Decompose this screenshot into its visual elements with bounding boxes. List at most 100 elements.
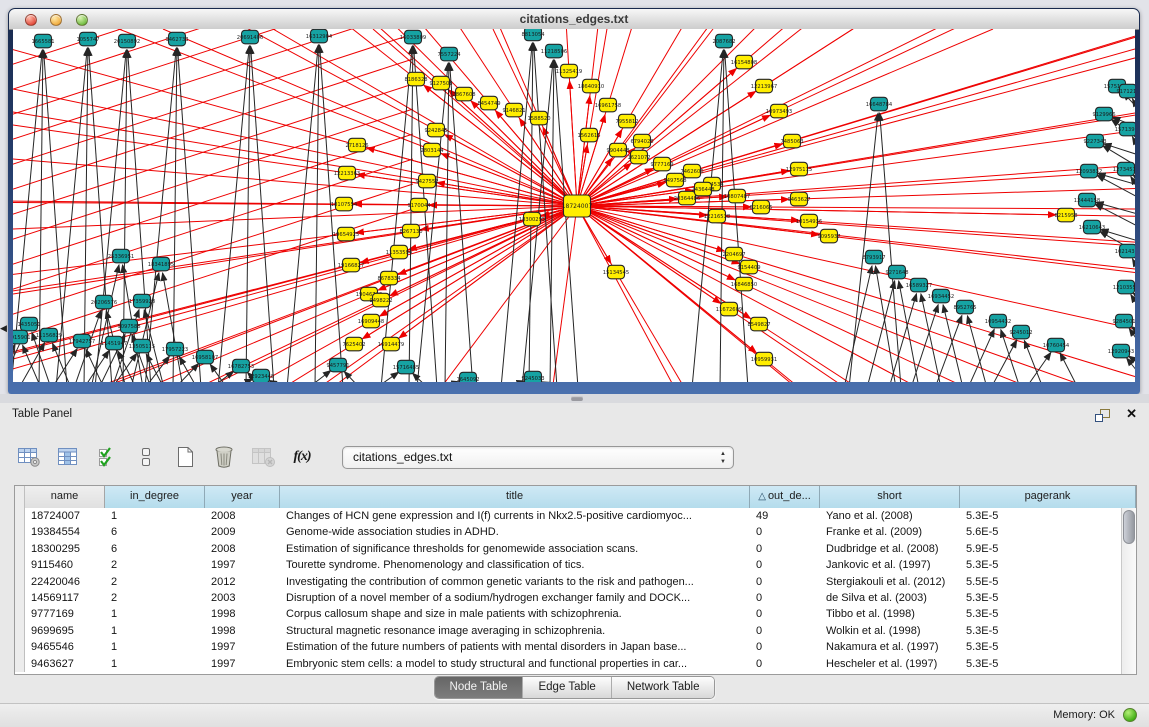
splitter-grip-icon <box>571 396 583 401</box>
table-row[interactable]: 2242004622012Investigating the contribut… <box>15 574 1122 590</box>
table-scrollbar[interactable] <box>1121 508 1136 674</box>
svg-text:3915901: 3915901 <box>13 335 31 341</box>
cell-in_degree: 2 <box>105 557 205 573</box>
create-table-icon[interactable] <box>172 444 198 470</box>
row-margin <box>15 623 25 639</box>
svg-text:9463627: 9463627 <box>787 197 810 203</box>
svg-text:7557224: 7557224 <box>437 52 461 58</box>
citation-network-graph[interactable]: 1603380975572241121850688130542087682206… <box>13 29 1135 382</box>
column-header-out_degree[interactable]: △out_de... <box>750 486 820 508</box>
row-margin <box>15 574 25 590</box>
row-height-icon[interactable] <box>133 444 159 470</box>
table-row[interactable]: 946362711997Embryonic stem cells: a mode… <box>15 656 1122 672</box>
memory-status-label: Memory: OK <box>1053 709 1115 721</box>
column-header-rowhead[interactable] <box>15 486 25 508</box>
svg-text:2867608: 2867608 <box>452 92 475 98</box>
svg-text:9171213: 9171213 <box>1116 89 1135 95</box>
column-header-pagerank[interactable]: pagerank <box>960 486 1136 508</box>
svg-text:7625402: 7625402 <box>342 342 365 348</box>
svg-text:17359928: 17359928 <box>129 299 155 305</box>
status-bar: Memory: OK <box>0 703 1149 727</box>
svg-text:11451947: 11451947 <box>101 341 127 347</box>
svg-text:16914479: 16914479 <box>378 342 404 348</box>
cell-name: 18724007 <box>25 508 105 524</box>
svg-text:9127508: 9127508 <box>429 81 452 87</box>
svg-text:16589327: 16589327 <box>906 283 932 289</box>
cell-short: Dudbridge et al. (2008) <box>820 541 960 557</box>
memory-ok-indicator <box>1123 708 1137 722</box>
cell-pagerank: 5.3E-5 <box>960 623 1122 639</box>
cytoscape-desktop: citations_edges.txt 16033809755722411218… <box>0 0 1149 727</box>
column-header-title[interactable]: title <box>280 486 750 508</box>
row-margin <box>15 508 25 524</box>
show-columns-icon[interactable] <box>55 444 81 470</box>
column-header-short[interactable]: short <box>820 486 960 508</box>
svg-text:1562615: 1562615 <box>577 133 600 139</box>
table-row[interactable]: 969969511998Structural magnetic resonanc… <box>15 623 1122 639</box>
float-panel-icon[interactable] <box>1094 408 1111 423</box>
network-window[interactable]: citations_edges.txt 16033809755722411218… <box>8 8 1140 394</box>
svg-text:16961758: 16961758 <box>595 103 621 109</box>
cell-in_degree: 2 <box>105 574 205 590</box>
svg-text:9097588: 9097588 <box>117 324 140 330</box>
table-row[interactable]: 1872400712008Changes of HCN gene express… <box>15 508 1122 524</box>
svg-text:9497568: 9497568 <box>663 178 686 184</box>
tab-edge-table[interactable]: Edge Table <box>522 677 610 698</box>
table-row[interactable]: 911546021997Tourette syndrome. Phenomeno… <box>15 557 1122 573</box>
svg-text:1055747: 1055747 <box>76 37 99 43</box>
svg-text:1435051: 1435051 <box>17 322 40 328</box>
cell-out_degree: 0 <box>750 557 820 573</box>
svg-text:16846850: 16846850 <box>731 282 757 288</box>
svg-text:10954432: 10954432 <box>985 319 1011 325</box>
cell-short: Stergiakouli et al. (2012) <box>820 574 960 590</box>
network-canvas[interactable]: 1603380975572241121850688130542087682206… <box>13 29 1135 382</box>
panel-collapse-arrow-icon[interactable]: ◀ <box>0 320 9 336</box>
cell-year: 1998 <box>205 606 280 622</box>
svg-text:11156829: 11156829 <box>36 333 62 339</box>
table-row[interactable]: 977716911998Corpus callosum shape and si… <box>15 606 1122 622</box>
close-panel-icon[interactable]: ✕ <box>1126 406 1137 422</box>
cell-in_degree: 2 <box>105 590 205 606</box>
svg-text:16154808: 16154808 <box>731 60 757 66</box>
svg-text:9227343: 9227343 <box>1083 139 1106 145</box>
svg-text:20150892: 20150892 <box>114 39 140 45</box>
svg-text:9284501: 9284501 <box>1112 319 1135 325</box>
svg-text:8549827: 8549827 <box>747 322 770 328</box>
table-selector-dropdown[interactable]: citations_edges.txt ▲▼ <box>342 446 734 469</box>
cell-out_degree: 0 <box>750 524 820 540</box>
svg-text:12975115: 12975115 <box>786 167 812 173</box>
cell-title: Investigating the contribution of common… <box>280 574 750 590</box>
table-row[interactable]: 1830029562008Estimation of significance … <box>15 541 1122 557</box>
svg-text:16033809: 16033809 <box>400 35 426 41</box>
cell-out_degree: 0 <box>750 541 820 557</box>
cell-name: 9699695 <box>25 623 105 639</box>
svg-text:9427552: 9427552 <box>415 179 438 185</box>
table-options-icon[interactable] <box>16 444 42 470</box>
select-all-columns-icon[interactable] <box>94 444 120 470</box>
svg-text:8813054: 8813054 <box>521 32 545 38</box>
tab-network-table[interactable]: Network Table <box>611 677 715 698</box>
svg-text:19166827: 19166827 <box>338 263 364 269</box>
function-builder-icon[interactable]: f(x) <box>289 444 315 470</box>
svg-text:9245012: 9245012 <box>1009 330 1032 336</box>
column-header-name[interactable]: name <box>25 486 105 508</box>
cell-title: Structural magnetic resonance image aver… <box>280 623 750 639</box>
horizontal-splitter[interactable] <box>0 394 1149 403</box>
svg-text:9777169: 9777169 <box>650 162 673 168</box>
table-row[interactable]: 1938455462009Genome-wide association stu… <box>15 524 1122 540</box>
table-body: 1872400712008Changes of HCN gene express… <box>15 508 1122 674</box>
svg-text:9154409: 9154409 <box>737 265 760 271</box>
svg-text:9462733: 9462733 <box>165 37 188 43</box>
column-header-in_degree[interactable]: in_degree <box>105 486 205 508</box>
cell-year: 2003 <box>205 590 280 606</box>
svg-text:9498222: 9498222 <box>369 298 392 304</box>
table-row[interactable]: 1456911722003Disruption of a novel membe… <box>15 590 1122 606</box>
row-margin <box>15 606 25 622</box>
svg-text:9457791: 9457791 <box>326 363 349 369</box>
network-window-titlebar[interactable]: citations_edges.txt <box>9 9 1139 30</box>
column-header-year[interactable]: year <box>205 486 280 508</box>
tab-node-table[interactable]: Node Table <box>435 677 523 698</box>
table-row[interactable]: 946554611997Estimation of the future num… <box>15 639 1122 655</box>
delete-table-icon[interactable] <box>211 444 237 470</box>
table-scrollbar-thumb[interactable] <box>1123 510 1135 544</box>
